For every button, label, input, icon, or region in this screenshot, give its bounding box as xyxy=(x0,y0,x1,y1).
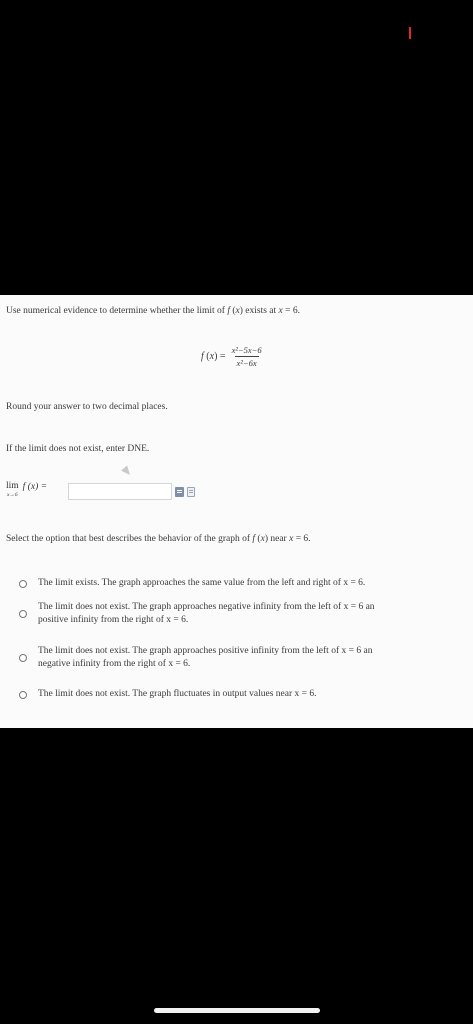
question-prompt: Use numerical evidence to determine whet… xyxy=(6,306,300,316)
option-label: The limit does not exist. The graph fluc… xyxy=(38,688,317,701)
limit-expression: lim x→6 f (x) = xyxy=(6,481,48,498)
option-line: The limit exists. The graph approaches t… xyxy=(38,578,366,588)
lim-label: lim xyxy=(6,481,19,491)
preview-icon[interactable] xyxy=(187,487,195,497)
option-label: The limit does not exist. The graph appr… xyxy=(38,645,372,671)
option-fluctuates[interactable]: The limit does not exist. The graph fluc… xyxy=(19,688,317,701)
exists-at-text: exists at xyxy=(245,306,277,316)
math-editor-icon[interactable] xyxy=(175,487,184,497)
option-line: The limit does not exist. The graph appr… xyxy=(38,646,373,656)
behavior-prompt-text: Select the option that best describes th… xyxy=(6,534,251,544)
function-formula: f (x) = x²−5x−6 x²−6x xyxy=(201,345,264,368)
lim-operator: lim x→6 xyxy=(6,481,19,498)
lim-expr: f (x) = xyxy=(22,482,48,492)
option-line: negative infinity from the right of x = … xyxy=(38,659,191,669)
option-line: positive infinity from the right of x = … xyxy=(38,615,189,625)
prompt-text: Use numerical evidence to determine whet… xyxy=(6,306,225,316)
option-line: The limit does not exist. The graph appr… xyxy=(38,602,375,612)
pointer-cursor-icon xyxy=(121,465,133,478)
lim-subscript: x→6 xyxy=(6,491,18,498)
fn-symbol: f xyxy=(227,306,230,316)
behavior-var: x xyxy=(260,534,265,544)
formula-fn: f xyxy=(201,351,204,362)
option-neg-to-pos-infinity[interactable]: The limit does not exist. The graph appr… xyxy=(19,601,375,627)
radio-button[interactable] xyxy=(19,690,27,699)
behavior-var-2: x xyxy=(289,534,294,544)
option-label: The limit does not exist. The graph appr… xyxy=(38,601,375,627)
behavior-fn: f xyxy=(252,534,256,544)
behavior-end: = 6. xyxy=(295,534,311,544)
radio-button[interactable] xyxy=(19,654,27,662)
behavior-near: near xyxy=(270,534,287,544)
option-line: The limit does not exist. The graph fluc… xyxy=(38,689,317,699)
option-pos-to-neg-infinity[interactable]: The limit does not exist. The graph appr… xyxy=(19,645,372,671)
answer-input[interactable] xyxy=(68,483,172,500)
status-indicator xyxy=(409,27,411,39)
dne-instruction: If the limit does not exist, enter DNE. xyxy=(6,444,150,454)
behavior-prompt: Select the option that best describes th… xyxy=(6,534,311,544)
radio-button[interactable] xyxy=(19,579,27,588)
formula-fraction: x²−5x−6 x²−6x xyxy=(230,346,264,367)
formula-numerator: x²−5x−6 xyxy=(231,345,262,355)
formula-var: x xyxy=(209,351,215,362)
var-symbol-2: x xyxy=(278,306,283,316)
question-panel: Use numerical evidence to determine whet… xyxy=(0,295,473,728)
option-limit-exists[interactable]: The limit exists. The graph approaches t… xyxy=(19,577,365,590)
var-symbol: x xyxy=(235,306,240,316)
option-label: The limit exists. The graph approaches t… xyxy=(38,577,365,590)
home-indicator[interactable] xyxy=(154,1008,320,1013)
formula-denominator: x²−6x xyxy=(234,355,259,368)
eq-text: = 6. xyxy=(285,306,300,316)
round-instruction: Round your answer to two decimal places. xyxy=(6,402,168,412)
radio-button[interactable] xyxy=(19,610,27,618)
